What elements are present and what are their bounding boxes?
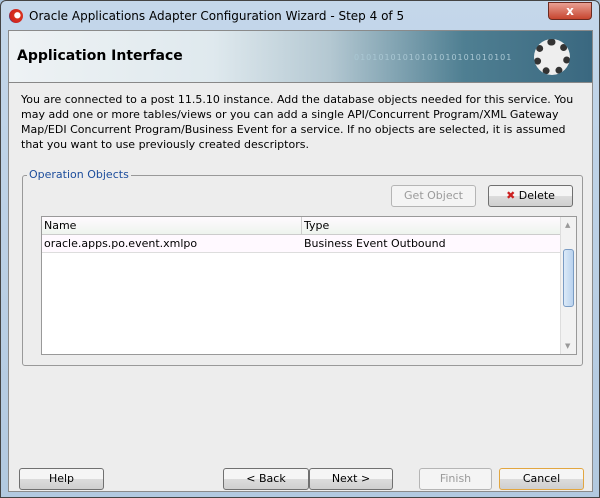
- adapter-gear-icon: [534, 39, 570, 75]
- window-title: Oracle Applications Adapter Configuratio…: [29, 9, 405, 23]
- client-area: Application Interface 010101010101010101…: [8, 30, 593, 492]
- operation-objects-group: Operation Objects Get Object ✖ Delete Na…: [22, 168, 583, 366]
- description-text: You are connected to a post 11.5.10 inst…: [21, 93, 574, 151]
- scrollbar-thumb[interactable]: [563, 249, 574, 307]
- title-bar: Oracle Applications Adapter Configuratio…: [9, 6, 404, 26]
- delete-icon: ✖: [506, 189, 516, 202]
- close-button[interactable]: x: [548, 2, 592, 20]
- finish-button[interactable]: Finish: [419, 468, 492, 490]
- header-banner: Application Interface 010101010101010101…: [9, 31, 592, 83]
- cell-name: oracle.apps.po.event.xmlpo: [44, 237, 198, 250]
- wizard-window: Oracle Applications Adapter Configuratio…: [0, 0, 600, 498]
- back-button[interactable]: < Back: [223, 468, 309, 490]
- delete-button[interactable]: ✖ Delete: [488, 185, 573, 207]
- column-header-type[interactable]: Type: [302, 217, 561, 234]
- page-title: Application Interface: [17, 48, 183, 64]
- next-button[interactable]: Next >: [309, 468, 393, 490]
- group-label: Operation Objects: [27, 168, 131, 181]
- table-row[interactable]: oracle.apps.po.event.xmlpo Business Even…: [42, 235, 561, 253]
- cancel-button[interactable]: Cancel: [499, 468, 584, 490]
- banner-binary-text: 01010101010101010101010101: [354, 53, 513, 62]
- oracle-logo-icon: [9, 9, 23, 23]
- cell-type: Business Event Outbound: [304, 237, 446, 250]
- column-header-name[interactable]: Name: [42, 217, 302, 234]
- vertical-scrollbar[interactable]: ▲ ▼: [560, 217, 576, 354]
- table-header: Name Type: [42, 217, 561, 235]
- scroll-up-icon[interactable]: ▲: [565, 221, 570, 229]
- help-button[interactable]: Help: [19, 468, 104, 490]
- scroll-down-icon[interactable]: ▼: [565, 342, 570, 350]
- get-object-button[interactable]: Get Object: [391, 185, 476, 207]
- delete-label: Delete: [518, 189, 555, 202]
- operation-objects-table: Name Type oracle.apps.po.event.xmlpo Bus…: [41, 216, 577, 355]
